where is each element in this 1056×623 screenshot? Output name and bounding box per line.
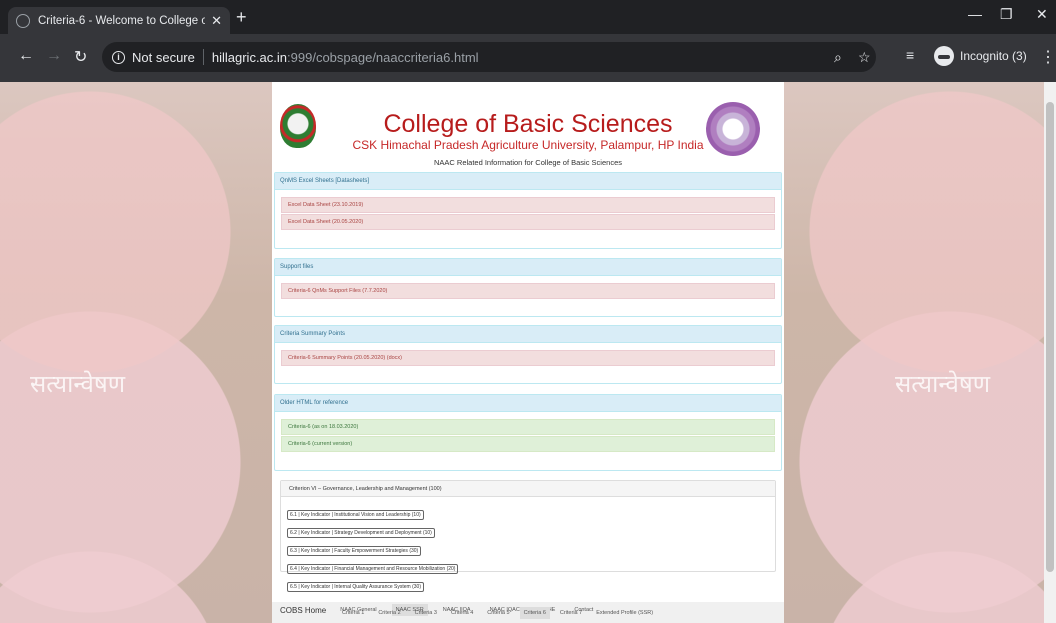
subnav-criteria-3[interactable]: Criteria 3 — [411, 607, 441, 619]
nav-cobs-home[interactable]: COBS Home — [280, 606, 326, 615]
key-indicator-link[interactable]: 6.1 | Key Indicator | Institutional Visi… — [287, 510, 424, 520]
scrollbar-thumb[interactable] — [1046, 102, 1054, 572]
key-indicator-link[interactable]: 6.5 | Key Indicator | Internal Quality A… — [287, 582, 424, 592]
new-tab-button[interactable]: + — [236, 7, 247, 27]
datasheets-panel: QnMS Excel Sheets [Datasheets] Excel Dat… — [274, 172, 782, 249]
subnav-criteria-1[interactable]: Criteria 1 — [338, 607, 368, 619]
criterion-panel: Criterion VI – Governance, Leadership an… — [280, 480, 776, 592]
list-item-link[interactable]: Criteria-6 (current version) — [281, 436, 775, 452]
subnav-extended-profile[interactable]: Extended Profile (SSR) — [592, 607, 657, 619]
info-icon[interactable]: i — [112, 50, 125, 64]
main-container: College of Basic Sciences CSK Himachal P… — [272, 82, 784, 623]
list-item-link[interactable]: Criteria-6 QnMs Support Files (7.7.2020) — [281, 283, 775, 299]
key-indicator-link[interactable]: 6.2 | Key Indicator | Strategy Developme… — [287, 528, 435, 538]
back-icon[interactable]: ← — [18, 47, 34, 65]
menu-icon[interactable]: ⋮ — [1040, 47, 1056, 67]
page-title: College of Basic Sciences — [383, 110, 673, 138]
url-host[interactable]: hillagric.ac.in — [212, 50, 287, 65]
older-html-panel: Older HTML for reference Criteria-6 (as … — [274, 394, 782, 471]
key-indicator-link[interactable]: 6.4 | Key Indicator | Financial Manageme… — [287, 564, 459, 574]
subnav-criteria-5[interactable]: Criteria 5 — [483, 607, 513, 619]
panel-heading: Support files — [275, 259, 781, 276]
watermark-text-right: सत्यान्वेषण — [895, 370, 991, 398]
scrollbar[interactable] — [1044, 82, 1056, 623]
support-files-panel: Support files Criteria-6 QnMs Support Fi… — [274, 258, 782, 317]
tab-title: Criteria-6 - Welcome to College of E — [38, 14, 206, 27]
key-indicator-link[interactable]: 6.3 | Key Indicator | Faculty Empowermen… — [287, 546, 422, 556]
subnav-criteria-2[interactable]: Criteria 2 — [374, 607, 404, 619]
star-icon[interactable]: ☆ — [858, 49, 871, 66]
panel-heading: Older HTML for reference — [275, 395, 781, 412]
close-icon[interactable]: ✕ — [211, 13, 222, 29]
reading-list-icon[interactable]: ≡ — [906, 47, 914, 63]
tab-strip: Criteria-6 - Welcome to College of E ✕ +… — [0, 0, 1056, 34]
profile-button[interactable]: Incognito (3) — [934, 46, 1027, 66]
window-close-icon[interactable]: ✕ — [1036, 6, 1048, 23]
list-item-link[interactable]: Criteria-6 Summary Points (20.05.2020) (… — [281, 350, 775, 366]
forward-icon[interactable]: → — [46, 47, 62, 65]
naac-info-line: NAAC Related Information for College of … — [433, 158, 622, 167]
list-item-link[interactable]: Excel Data Sheet (20.05.2020) — [281, 214, 775, 230]
address-bar[interactable]: i Not secure hillagric.ac.in :999/cobspa… — [102, 42, 876, 72]
restore-icon[interactable]: ❐ — [1000, 6, 1013, 23]
url-path[interactable]: :999/cobspage/naaccriteria6.html — [287, 50, 479, 65]
zoom-icon[interactable]: ⌕ — [834, 49, 842, 66]
security-label[interactable]: Not secure — [132, 50, 195, 65]
subnav-criteria-7[interactable]: Criteria 7 — [556, 607, 586, 619]
criterion-heading: Criterion VI – Governance, Leadership an… — [281, 481, 775, 497]
browser-tab[interactable]: Criteria-6 - Welcome to College of E ✕ — [8, 7, 230, 34]
panel-heading: Criteria Summary Points — [275, 326, 781, 343]
panel-heading: QnMS Excel Sheets [Datasheets] — [275, 173, 781, 190]
criteria-subnav: Criteria 1 Criteria 2 Criteria 3 Criteri… — [338, 607, 663, 619]
page-subtitle: CSK Himachal Pradesh Agriculture Univers… — [352, 138, 704, 152]
incognito-icon — [934, 46, 954, 66]
page-viewport: सत्यान्वेषण सत्यान्वेषण College of Basic… — [0, 82, 1056, 623]
watermark-text-left: सत्यान्वेषण — [30, 370, 126, 398]
page-header: College of Basic Sciences CSK Himachal P… — [272, 82, 784, 178]
browser-toolbar: ← → ↻ i Not secure hillagric.ac.in :999/… — [0, 34, 1056, 82]
list-item-link[interactable]: Excel Data Sheet (23.10.2019) — [281, 197, 775, 213]
globe-icon — [16, 13, 30, 28]
profile-label: Incognito (3) — [960, 49, 1027, 63]
minimize-icon[interactable]: — — [968, 6, 982, 22]
summary-points-panel: Criteria Summary Points Criteria-6 Summa… — [274, 325, 782, 384]
list-item-link[interactable]: Criteria-6 (as on 18.03.2020) — [281, 419, 775, 435]
subnav-criteria-6[interactable]: Criteria 6 — [519, 607, 550, 619]
divider — [202, 49, 204, 65]
subnav-criteria-4[interactable]: Criteria 4 — [447, 607, 477, 619]
reload-icon[interactable]: ↻ — [74, 47, 87, 67]
